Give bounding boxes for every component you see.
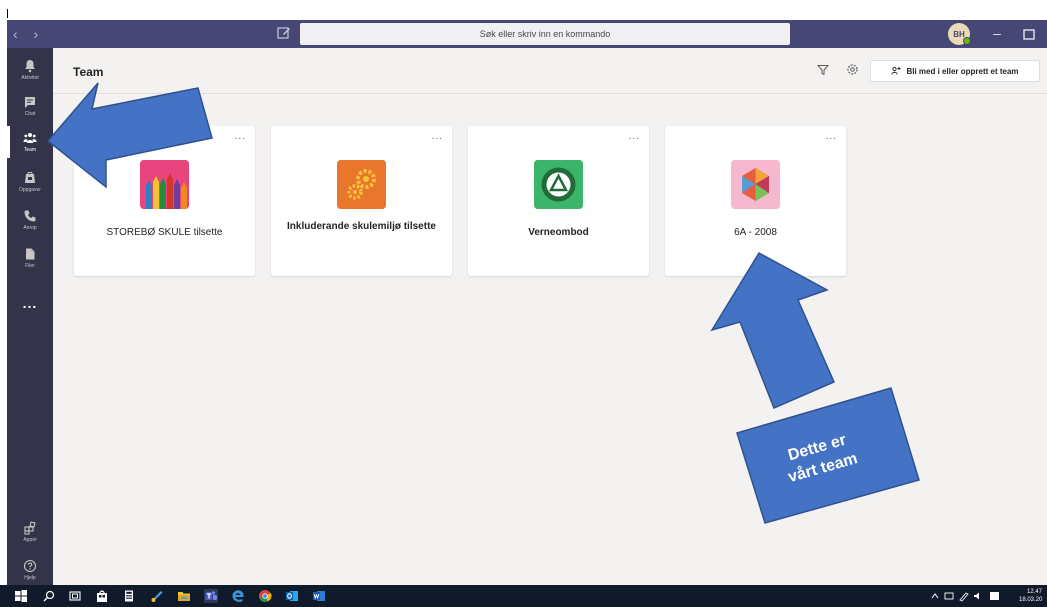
rail-label: Aktivitet	[21, 75, 39, 81]
screenshot-root: ‹ › Søk eller skriv inn en kommando BH –…	[0, 0, 1047, 607]
presence-status-dot	[963, 37, 971, 45]
page-header: Team Bli med i eller opprett et team	[53, 48, 1047, 94]
rail-item-assignments[interactable]: Oppgaver	[7, 162, 53, 202]
word-icon[interactable]	[312, 589, 326, 603]
edge-icon[interactable]	[231, 589, 245, 603]
clock-time: 12.47	[1027, 589, 1043, 595]
teams-icon	[23, 133, 37, 143]
chrome-icon[interactable]	[258, 589, 272, 603]
more-options-button[interactable]: ...	[629, 131, 640, 142]
team-card-inkluderande[interactable]: ... Inkluderande skulemiljø tilsette	[271, 126, 452, 276]
rail-item-calls[interactable]: Anrop	[7, 200, 53, 240]
rail-item-activity[interactable]: Aktivitet	[7, 50, 53, 90]
maximize-button[interactable]	[1019, 24, 1039, 44]
chat-icon	[25, 97, 35, 108]
team-name: STOREBØ SKULE tilsette	[106, 227, 223, 238]
more-options-button[interactable]: ...	[235, 131, 246, 142]
apps-icon	[24, 521, 36, 535]
rail-label: Anrop	[23, 225, 37, 231]
gears-icon	[337, 160, 386, 209]
rail-label: Filer	[25, 263, 35, 269]
rail-label: Hjelp	[24, 575, 36, 581]
team-name: 6A - 2008	[734, 227, 777, 238]
outlook-icon[interactable]	[285, 589, 299, 603]
rail-item-team[interactable]: Team	[7, 122, 53, 162]
gear-icon[interactable]	[846, 63, 859, 76]
assignments-icon	[25, 172, 35, 183]
rail-label: Team	[23, 147, 37, 153]
team-card-storebo[interactable]: ... STOREBØ SKULE tilsette	[74, 126, 255, 276]
calculator-icon[interactable]	[122, 589, 136, 603]
rail-item-files[interactable]: Filer	[7, 238, 53, 278]
rail-label: Chat	[24, 111, 36, 117]
phone-icon	[24, 210, 36, 222]
join-button-label: Bli med i eller opprett et team	[906, 66, 1019, 76]
file-icon	[26, 248, 35, 260]
file-explorer-icon[interactable]	[177, 589, 191, 603]
clock-date: 18.03.20	[1019, 597, 1043, 603]
compose-icon[interactable]	[276, 25, 292, 41]
pen-icon	[959, 592, 969, 602]
rail-label: Oppgaver	[19, 187, 41, 193]
text-cursor	[7, 9, 8, 18]
rail-item-chat[interactable]: Chat	[7, 86, 53, 126]
page-title: Team	[73, 65, 104, 79]
help-icon	[23, 559, 37, 573]
more-options-button[interactable]: ...	[432, 131, 443, 142]
verneombod-logo-icon	[534, 160, 583, 209]
filter-icon[interactable]	[817, 64, 829, 76]
team-card-verneombod[interactable]: ... Verneombod	[468, 126, 649, 276]
search-icon[interactable]	[42, 589, 56, 603]
notifications-icon	[990, 592, 999, 600]
team-card-6a-2008[interactable]: ... 6A - 2008	[665, 126, 846, 276]
rail-item-apps[interactable]: Apper	[7, 512, 53, 552]
more-apps-button[interactable]: ...	[7, 295, 53, 311]
team-name: Inkluderande skulemiljø tilsette	[287, 221, 436, 232]
chevron-up-icon	[931, 593, 939, 599]
minimize-button[interactable]: –	[987, 24, 1007, 44]
add-team-icon	[891, 66, 901, 75]
rail-item-help[interactable]: Hjelp	[7, 550, 53, 590]
windows-start-icon[interactable]	[14, 589, 28, 603]
team-name: Verneombod	[528, 227, 589, 238]
more-options-button[interactable]: ...	[826, 131, 837, 142]
main-content: Team Bli med i eller opprett et team ...	[53, 48, 1047, 585]
back-forward-arrows[interactable]: ‹ ›	[13, 26, 44, 42]
join-or-create-team-button[interactable]: Bli med i eller opprett et team	[870, 60, 1040, 82]
task-view-icon[interactable]	[68, 589, 82, 603]
pencils-icon	[140, 160, 189, 209]
windows-taskbar: 12.47 18.03.20	[0, 585, 1047, 607]
search-input[interactable]: Søk eller skriv inn en kommando	[300, 23, 790, 45]
teams-app-icon[interactable]	[204, 589, 218, 603]
polyhedron-icon	[731, 160, 780, 209]
bell-icon	[25, 60, 35, 73]
app-rail: Aktivitet Chat Team Oppgaver Anrop Filer…	[7, 48, 53, 585]
title-bar: ‹ › Søk eller skriv inn en kommando BH –	[7, 20, 1047, 48]
taskbar-clock[interactable]: 12.47 18.03.20	[1016, 588, 1047, 604]
volume-icon	[974, 592, 979, 600]
network-icon	[944, 592, 954, 600]
rail-label: Apper	[23, 537, 37, 543]
store-icon[interactable]	[95, 589, 109, 603]
paint-icon[interactable]	[150, 589, 164, 603]
system-tray[interactable]	[930, 590, 1010, 602]
